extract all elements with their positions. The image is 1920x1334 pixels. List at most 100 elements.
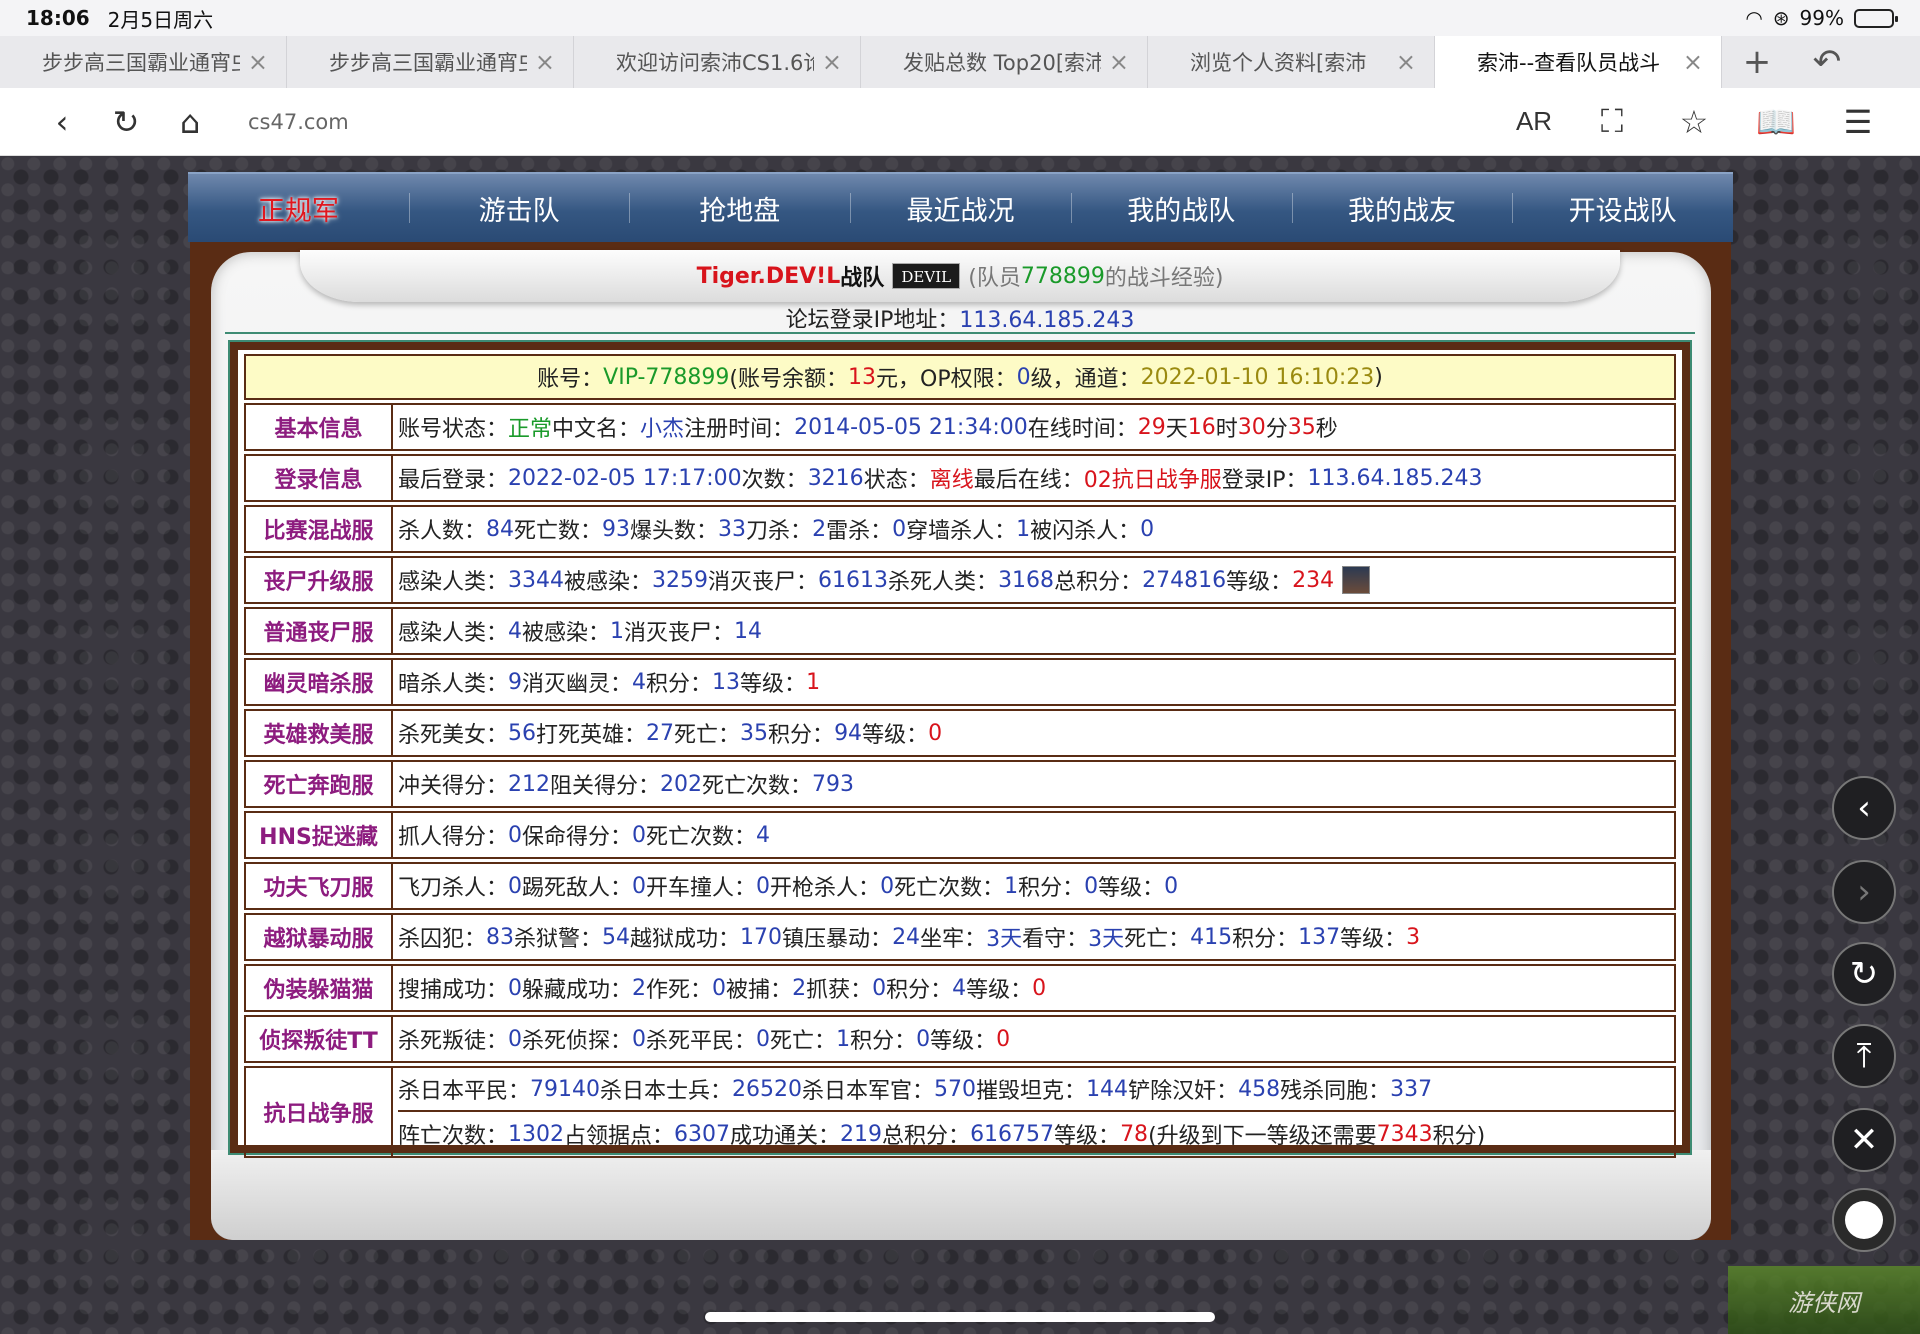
stat-label: 雷杀： — [826, 519, 893, 544]
address-bar[interactable]: cs47.com — [248, 110, 349, 134]
stat-value: 小杰 — [640, 417, 685, 442]
nav-item-3[interactable]: 最近战况 — [850, 189, 1071, 228]
tab-0[interactable]: 步步高三国霸业通宵虫 × — [0, 36, 287, 88]
stat-label: 消灭丧尸： — [708, 570, 819, 595]
tab-3[interactable]: 发贴总数 Top20[索沛 × — [861, 36, 1148, 88]
stat-value: 0 — [756, 1026, 771, 1052]
tab-5[interactable]: 索沛--查看队员战斗 × — [1435, 36, 1722, 88]
tab-1[interactable]: 步步高三国霸业通宵虫 × — [287, 36, 574, 88]
stat-value: 0 — [508, 975, 523, 1001]
tab-label: 欢迎访问索沛CS1.6论 — [616, 51, 814, 75]
server-label: HNS捉迷藏 — [246, 813, 393, 857]
float-back-button[interactable]: ‹ — [1832, 776, 1896, 840]
stat-value: 29 — [1137, 414, 1166, 440]
stat-label: 等级： — [1340, 927, 1407, 952]
stat-label: 被感染： — [564, 570, 653, 595]
float-reload-button[interactable]: ↻ — [1832, 942, 1896, 1006]
tab-close-icon[interactable]: × — [1396, 48, 1416, 76]
ip-label: 论坛登录IP地址： — [785, 308, 960, 333]
stat-value: 274816 — [1142, 567, 1227, 593]
channel-value: 2022-01-10 16:10:23 — [1140, 364, 1375, 390]
stat-row: HNS捉迷藏 抓人得分： 0 保命得分： 0 死亡次数： 4 — [244, 811, 1676, 859]
stat-label: 坐牢： — [920, 927, 987, 952]
balance-label: (账号余额： — [729, 367, 848, 392]
reader-book-icon[interactable]: 📖 — [1744, 103, 1808, 141]
tab-close-icon[interactable]: × — [822, 48, 842, 76]
menu-icon[interactable]: ☰ — [1826, 103, 1890, 141]
server-label: 登录信息 — [246, 456, 393, 500]
member-prefix: (队员 — [968, 266, 1021, 291]
stat-values: 杀囚犯： 83 杀狱警： 54 越狱成功： 170 镇压暴动： 24 坐牢： 3天 看守：… — [398, 915, 1420, 959]
float-close-button[interactable]: ✕ — [1832, 1108, 1896, 1172]
stat-value: 0 — [892, 516, 907, 542]
nav-item-5[interactable]: 我的战友 — [1291, 189, 1513, 228]
undo-close-tab-button[interactable]: ↶ — [1792, 36, 1862, 88]
stat-value: 234 — [1292, 567, 1335, 593]
stat-value: 0 — [508, 822, 523, 848]
stat-values: 飞刀杀人： 0 踢死敌人： 0 开车撞人： 0 开枪杀人： 0 死亡次数： 1 积分： 0 … — [398, 864, 1178, 908]
stat-value: 0 — [1164, 873, 1179, 899]
tab-close-icon[interactable]: × — [1109, 48, 1129, 76]
stat-value: 3 — [1406, 924, 1421, 950]
tab-2[interactable]: 欢迎访问索沛CS1.6论 × — [574, 36, 861, 88]
float-top-button[interactable]: ⤒ — [1832, 1024, 1896, 1088]
nav-item-1[interactable]: 游击队 — [408, 189, 630, 228]
member-id: 778899 — [1020, 263, 1105, 289]
stat-label: 作死： — [646, 978, 713, 1003]
tab-4[interactable]: 浏览个人资料[索沛 × — [1148, 36, 1435, 88]
stat-value: 1 — [1004, 873, 1019, 899]
op-value: 0 — [1016, 364, 1031, 390]
stat-label: 登录IP： — [1221, 468, 1308, 493]
stat-value: 93 — [602, 516, 631, 542]
stat-value: 0 — [632, 873, 647, 899]
team-name[interactable]: Tiger.DEV!L — [697, 264, 841, 289]
server-label: 比赛混战服 — [246, 507, 393, 551]
home-indicator[interactable] — [705, 1312, 1215, 1322]
stat-row: 越狱暴动服 杀囚犯： 83 杀狱警： 54 越狱成功： 170 镇压暴动： 24 坐牢： 3… — [244, 913, 1676, 961]
bookmark-star-icon[interactable]: ☆ — [1662, 103, 1726, 141]
watermark-logo: 游侠网 — [1728, 1266, 1920, 1334]
stat-label: 积分： — [850, 1029, 917, 1054]
stat-value: 2022-02-05 17:17:00 — [508, 465, 742, 491]
stat-label: 占领据点： — [564, 1124, 675, 1149]
nav-item-6[interactable]: 开设战队 — [1512, 189, 1733, 228]
nav-item-4[interactable]: 我的战队 — [1070, 189, 1292, 228]
tab-close-icon[interactable]: × — [535, 48, 555, 76]
stat-label: 死亡次数： — [894, 876, 1005, 901]
wifi-icon: ◠ — [1745, 6, 1763, 30]
nav-item-0[interactable]: 正规军 — [188, 189, 409, 228]
stat-value: 0 — [928, 720, 943, 746]
stat-value: 61613 — [818, 567, 889, 593]
stat-value: 2 — [632, 975, 647, 1001]
stat-label: 杀日本平民： — [398, 1079, 531, 1104]
server-label: 功夫飞刀服 — [246, 864, 393, 908]
stat-row: 死亡奔跑服 冲关得分： 212 阻关得分： 202 死亡次数： 793 — [244, 760, 1676, 808]
tab-label: 发贴总数 Top20[索沛 — [903, 51, 1101, 75]
server-label: 普通丧尸服 — [246, 609, 393, 653]
stat-value: 1 — [836, 1026, 851, 1052]
float-forward-button[interactable]: › — [1832, 860, 1896, 924]
stat-label: 积分： — [1018, 876, 1085, 901]
back-icon[interactable]: ‹ — [30, 103, 94, 141]
home-icon[interactable]: ⌂ — [158, 103, 222, 141]
stat-value: 4 — [952, 975, 967, 1001]
battery-icon — [1854, 8, 1898, 28]
tab-close-icon[interactable]: × — [1683, 48, 1703, 76]
nav-item-2[interactable]: 抢地盘 — [629, 189, 850, 228]
stat-value: 337 — [1390, 1076, 1433, 1102]
reload-icon[interactable]: ↻ — [94, 103, 158, 141]
stat-values-line2: 阵亡次数： 1302 占领据点： 6307 成功通关： 219 总积分： 616757 … — [398, 1112, 1674, 1156]
tab-close-icon[interactable]: × — [248, 48, 268, 76]
ar-button[interactable]: AR — [1506, 106, 1562, 137]
site-nav: 正规军 游击队 抢地盘 最近战况 我的战队 我的战友 开设战队 — [188, 172, 1733, 242]
new-tab-button[interactable]: + — [1722, 36, 1792, 88]
stat-value: 9 — [508, 669, 523, 695]
stat-value: 79140 — [530, 1076, 601, 1102]
assistive-touch-button[interactable] — [1832, 1188, 1896, 1252]
orientation-lock-icon: ⊛ — [1772, 6, 1790, 30]
stat-label: 等级： — [1098, 876, 1165, 901]
server-label: 侦探叛徒TT — [246, 1017, 393, 1061]
scan-icon[interactable]: ⛶ — [1580, 102, 1644, 141]
server-label: 幽灵暗杀服 — [246, 660, 393, 704]
stat-value: 1302 — [508, 1121, 565, 1147]
